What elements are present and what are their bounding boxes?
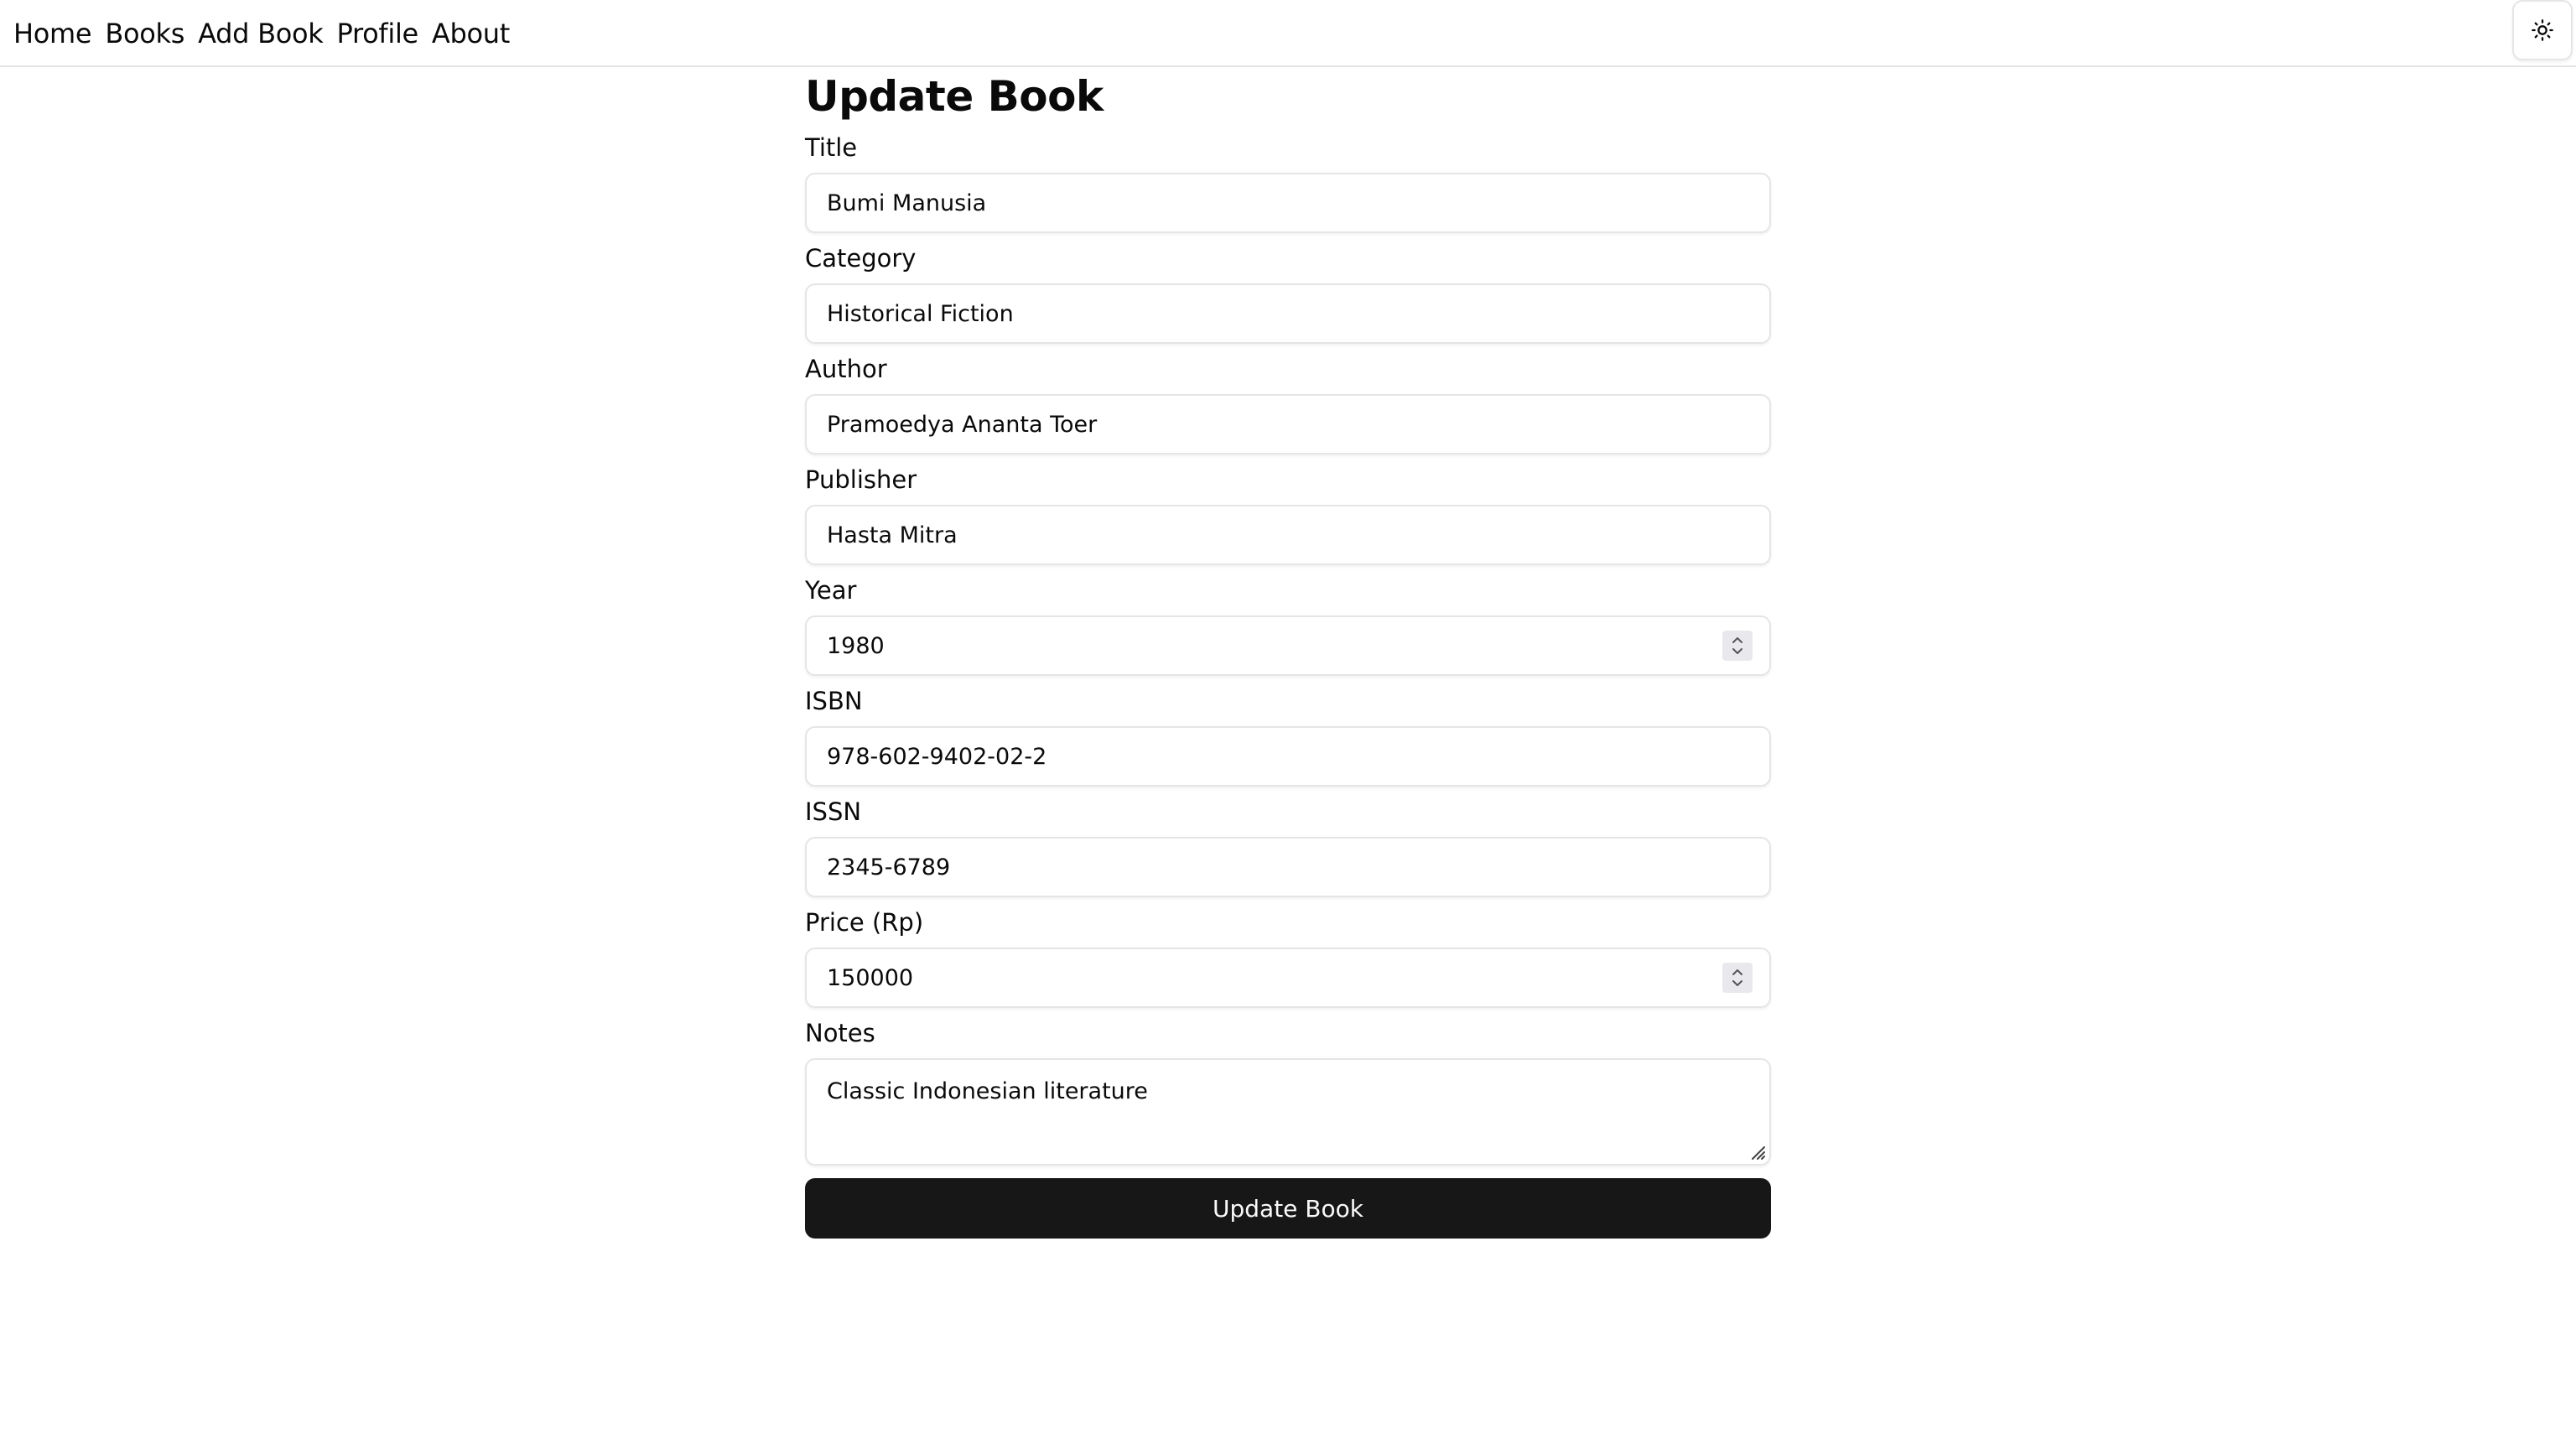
author-input[interactable] <box>805 394 1771 454</box>
issn-input[interactable] <box>805 837 1771 897</box>
issn-label: ISSN <box>805 797 862 826</box>
notes-label: Notes <box>805 1019 875 1047</box>
top-nav-bar: Home Books Add Book Profile About <box>0 0 2576 67</box>
theme-toggle-button[interactable] <box>2512 0 2573 60</box>
nav-link-about[interactable]: About <box>432 20 510 47</box>
spinner-arrows-icon <box>1732 637 1742 654</box>
resize-grip-icon[interactable] <box>1749 1144 1766 1161</box>
spinner-arrows-icon <box>1732 969 1742 986</box>
sun-icon <box>2532 19 2553 41</box>
notes-textarea[interactable]: Classic Indonesian literature <box>805 1058 1771 1166</box>
year-input[interactable]: 1980 <box>805 615 1771 676</box>
nav-link-profile[interactable]: Profile <box>337 20 419 47</box>
publisher-input[interactable] <box>805 505 1771 565</box>
category-label: Category <box>805 244 917 273</box>
price-spinner[interactable] <box>1722 963 1753 993</box>
title-input[interactable] <box>805 173 1771 233</box>
price-label: Price (Rp) <box>805 908 924 937</box>
update-book-button[interactable]: Update Book <box>805 1178 1771 1239</box>
page-title: Update Book <box>805 72 1104 121</box>
year-spinner[interactable] <box>1722 631 1753 661</box>
title-label: Title <box>805 133 858 162</box>
year-value: 1980 <box>827 632 885 659</box>
price-input[interactable]: 150000 <box>805 948 1771 1008</box>
isbn-input[interactable] <box>805 726 1771 787</box>
nav-link-books[interactable]: Books <box>105 20 184 47</box>
isbn-label: ISBN <box>805 687 863 715</box>
year-label: Year <box>805 576 857 605</box>
category-input[interactable] <box>805 283 1771 344</box>
publisher-label: Publisher <box>805 465 917 494</box>
nav-link-home[interactable]: Home <box>13 20 92 47</box>
main-nav: Home Books Add Book Profile About <box>13 0 510 67</box>
price-value: 150000 <box>827 964 914 991</box>
author-label: Author <box>805 355 887 383</box>
nav-link-add-book[interactable]: Add Book <box>198 20 324 47</box>
